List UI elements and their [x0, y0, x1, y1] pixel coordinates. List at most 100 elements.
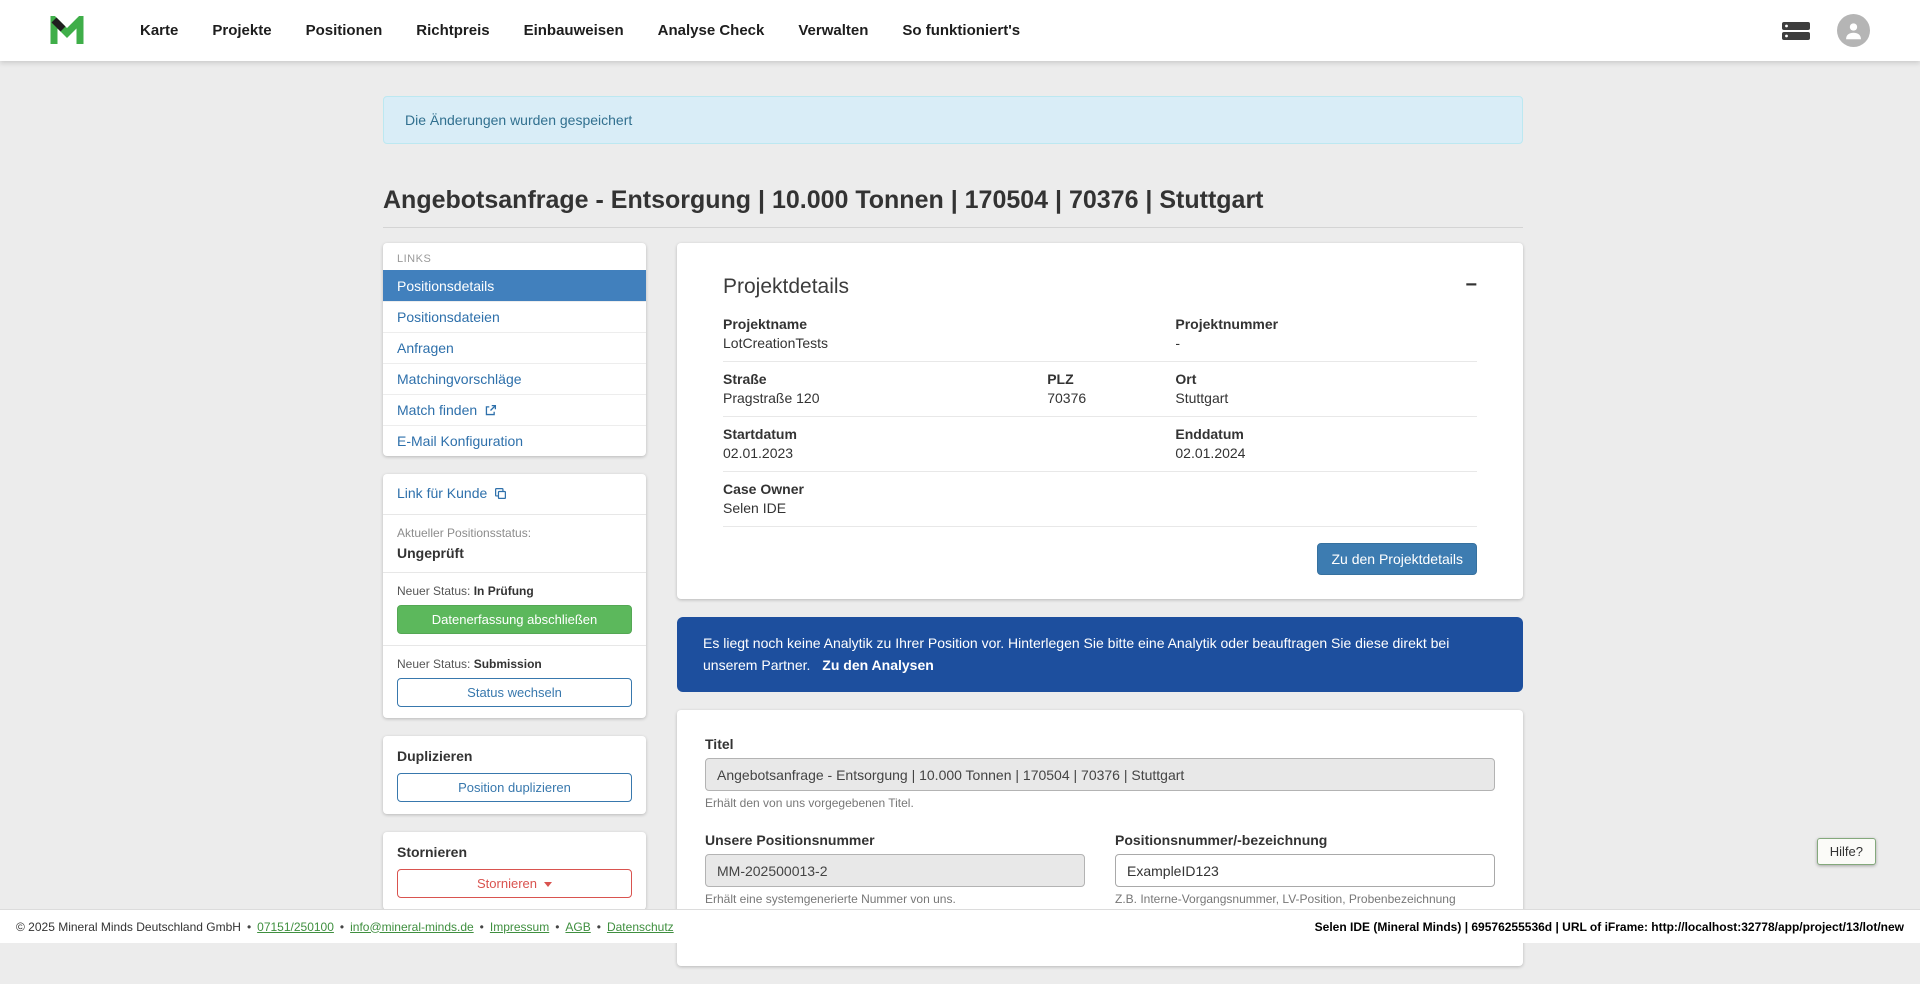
- agb-link[interactable]: AGB: [565, 920, 590, 934]
- project-details-title: Projektdetails: [723, 275, 849, 299]
- current-status-label: Aktueller Positionsstatus:: [397, 526, 632, 540]
- duplicate-position-button[interactable]: Position duplizieren: [397, 773, 632, 802]
- cancel-dropdown-button[interactable]: Stornieren: [397, 869, 632, 898]
- success-alert: Die Änderungen wurden gespeichert: [383, 96, 1523, 144]
- title-field-label: Titel: [705, 736, 1495, 752]
- sidebar-item-positionsdateien[interactable]: Positionsdateien: [383, 301, 646, 332]
- sidebar-item-email-konfiguration[interactable]: E-Mail Konfiguration: [383, 425, 646, 456]
- nav-item-so-funktionierts[interactable]: So funktioniert's: [902, 22, 1020, 39]
- field-startdatum: Startdatum 02.01.2023: [723, 426, 1175, 461]
- new-status-value: Submission: [474, 657, 542, 671]
- detail-row: Startdatum 02.01.2023 Enddatum 02.01.202…: [723, 417, 1477, 472]
- new-status-row-1: Neuer Status: In Prüfung Datenerfassung …: [383, 572, 646, 645]
- server-icon[interactable]: [1781, 19, 1811, 43]
- copyright-text: © 2025 Mineral Minds Deutschland GmbH: [16, 920, 241, 934]
- project-details-button[interactable]: Zu den Projektdetails: [1317, 543, 1477, 575]
- customer-link-row: Link für Kunde: [383, 474, 646, 514]
- title-input: [705, 758, 1495, 791]
- current-status-value: Ungeprüft: [397, 545, 632, 561]
- analytics-link[interactable]: Zu den Analysen: [822, 657, 934, 673]
- new-status-prefix: Neuer Status:: [397, 657, 470, 671]
- email-link[interactable]: info@mineral-minds.de: [350, 920, 474, 934]
- logo-icon: [50, 16, 84, 46]
- sidebar-item-label: Matchingvorschläge: [397, 371, 522, 387]
- nav-item-analyse-check[interactable]: Analyse Check: [658, 22, 765, 39]
- detail-row: Case Owner Selen IDE: [723, 472, 1477, 527]
- sidebar-item-positionsdetails[interactable]: Positionsdetails: [383, 270, 646, 301]
- position-number-label: Positionsnummer/-bezeichnung: [1115, 832, 1495, 848]
- sidebar-item-label: Positionsdetails: [397, 278, 494, 294]
- content-columns: LINKS Positionsdetails Positionsdateien …: [383, 243, 1523, 984]
- field-projektnummer: Projektnummer -: [1175, 316, 1477, 351]
- cancel-title: Stornieren: [397, 844, 632, 860]
- customer-link-label: Link für Kunde: [397, 485, 487, 501]
- nav-item-verwalten[interactable]: Verwalten: [798, 22, 868, 39]
- detail-row: Projektname LotCreationTests Projektnumm…: [723, 307, 1477, 362]
- analytics-banner: Es liegt noch keine Analytik zu Ihrer Po…: [677, 617, 1523, 692]
- nav-item-projekte[interactable]: Projekte: [212, 22, 271, 39]
- footer: © 2025 Mineral Minds Deutschland GmbH 07…: [0, 909, 1920, 943]
- impressum-link[interactable]: Impressum: [490, 920, 549, 934]
- field-ort: Ort Stuttgart: [1175, 371, 1477, 406]
- main-menu: Karte Projekte Positionen Richtpreis Ein…: [140, 22, 1020, 39]
- position-number-field: Positionsnummer/-bezeichnung Z.B. Intern…: [1115, 832, 1495, 906]
- position-number-input[interactable]: [1115, 854, 1495, 887]
- detail-row: Straße Pragstraße 120 PLZ 70376 Ort Stut…: [723, 362, 1477, 417]
- sidebar-item-label: Match finden: [397, 402, 477, 418]
- switch-status-button[interactable]: Status wechseln: [397, 678, 632, 707]
- field-plz: PLZ 70376: [1047, 371, 1175, 406]
- new-status-value: In Prüfung: [474, 584, 534, 598]
- new-status-line-2: Neuer Status: Submission: [397, 657, 632, 671]
- nav-item-karte[interactable]: Karte: [140, 22, 178, 39]
- page-title: Angebotsanfrage - Entsorgung | 10.000 To…: [383, 186, 1523, 215]
- navbar-right: [1781, 14, 1870, 47]
- customer-link[interactable]: Link für Kunde: [397, 485, 507, 501]
- session-details: | 69576255536d | URL of iFrame: http://l…: [1461, 920, 1904, 934]
- sidebar-item-label: Positionsdateien: [397, 309, 500, 325]
- current-status-row: Aktueller Positionsstatus: Ungeprüft: [383, 514, 646, 572]
- user-avatar[interactable]: [1837, 14, 1870, 47]
- sidebar-item-label: E-Mail Konfiguration: [397, 433, 523, 449]
- main-column: Projektdetails − Projektname LotCreation…: [677, 243, 1523, 984]
- page-content: Die Änderungen wurden gespeichert Angebo…: [383, 61, 1523, 984]
- new-status-prefix: Neuer Status:: [397, 584, 470, 598]
- sidebar-item-anfragen[interactable]: Anfragen: [383, 332, 646, 363]
- our-number-field: Unsere Positionsnummer Erhält eine syste…: [705, 832, 1085, 906]
- sidebar-item-label: Anfragen: [397, 340, 454, 356]
- title-divider: [383, 227, 1523, 228]
- project-details-header: Projektdetails −: [723, 275, 1477, 299]
- separator-dot: [597, 920, 601, 934]
- nav-item-positionen[interactable]: Positionen: [306, 22, 383, 39]
- session-user: Selen IDE (Mineral Minds): [1315, 920, 1462, 934]
- datenschutz-link[interactable]: Datenschutz: [607, 920, 674, 934]
- phone-link[interactable]: 07151/250100: [257, 920, 334, 934]
- sidebar-item-matchingvorschlaege[interactable]: Matchingvorschläge: [383, 363, 646, 394]
- nav-item-einbauweisen[interactable]: Einbauweisen: [524, 22, 624, 39]
- links-card: LINKS Positionsdetails Positionsdateien …: [383, 243, 646, 456]
- links-header: LINKS: [383, 243, 646, 270]
- footer-left: © 2025 Mineral Minds Deutschland GmbH 07…: [16, 920, 674, 934]
- cancel-button-label: Stornieren: [477, 876, 537, 891]
- caret-down-icon: [544, 882, 552, 887]
- nav-item-richtpreis[interactable]: Richtpreis: [416, 22, 489, 39]
- our-number-input: [705, 854, 1085, 887]
- duplicate-title: Duplizieren: [397, 748, 632, 764]
- app-logo[interactable]: [50, 16, 84, 46]
- collapse-icon[interactable]: −: [1465, 275, 1477, 295]
- copy-icon: [494, 487, 507, 500]
- our-number-help-text: Erhält eine systemgenerierte Nummer von …: [705, 892, 1085, 906]
- server-icon-glyph: [1781, 19, 1811, 43]
- sidebar-item-match-finden[interactable]: Match finden: [383, 394, 646, 425]
- session-info: Selen IDE (Mineral Minds) | 69576255536d…: [1315, 920, 1904, 934]
- position-number-help-text: Z.B. Interne-Vorgangsnummer, LV-Position…: [1115, 892, 1495, 906]
- title-help-text: Erhält den von uns vorgegebenen Titel.: [705, 796, 1495, 810]
- person-icon: [1843, 20, 1864, 41]
- field-case-owner: Case Owner Selen IDE: [723, 481, 1477, 516]
- cancel-card: Stornieren Stornieren: [383, 832, 646, 910]
- field-strasse: Straße Pragstraße 120: [723, 371, 1047, 406]
- help-button[interactable]: Hilfe?: [1817, 838, 1876, 865]
- external-link-icon: [484, 404, 497, 417]
- complete-data-entry-button[interactable]: Datenerfassung abschließen: [397, 605, 632, 634]
- field-enddatum: Enddatum 02.01.2024: [1175, 426, 1477, 461]
- new-status-line-1: Neuer Status: In Prüfung: [397, 584, 632, 598]
